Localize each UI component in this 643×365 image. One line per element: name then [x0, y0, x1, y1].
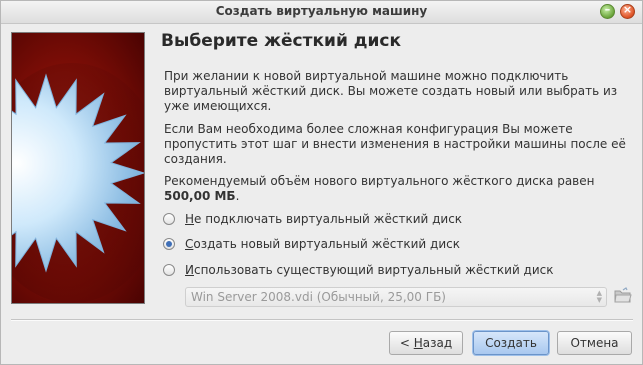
close-icon: ×	[622, 3, 633, 16]
back-button-prefix: <	[399, 336, 414, 350]
dialog-window: Создать виртуальную машину – × Выберите …	[0, 0, 643, 365]
radio-button-no-disk[interactable]	[163, 213, 175, 225]
window-title: Создать виртуальную машину	[215, 4, 428, 18]
updown-arrows-icon: ▲ ▼	[596, 289, 602, 304]
wizard-banner	[11, 32, 145, 304]
option-create-new-disk-label: Создать новый виртуальный жёсткий диск	[185, 237, 460, 251]
option-no-disk-label: Не подключать виртуальный жёсткий диск	[185, 212, 462, 226]
create-button[interactable]: Создать	[473, 331, 549, 355]
option-create-new-disk[interactable]: Создать новый виртуальный жёсткий диск	[163, 235, 460, 253]
choose-disk-file-button[interactable]	[614, 287, 632, 305]
recommended-size-value: 500,00 МБ	[164, 189, 236, 203]
recommended-size-suffix: .	[235, 189, 240, 203]
option-no-disk-text: е подключать виртуальный жёсткий диск	[194, 212, 463, 226]
back-button-mnemonic: Н	[413, 336, 423, 350]
option-use-existing-disk-mnemonic: И	[185, 263, 194, 277]
title-bar[interactable]: Создать виртуальную машину – ×	[1, 1, 642, 24]
advanced-config-text: Если Вам необходима более сложная конфиг…	[164, 122, 626, 166]
option-no-disk-mnemonic: Н	[185, 212, 195, 226]
folder-open-icon	[614, 287, 632, 303]
minimize-icon: –	[604, 3, 611, 16]
recommended-size-text: Рекомендуемый объём нового виртуального …	[164, 174, 634, 204]
option-create-new-disk-text: оздать новый виртуальный жёсткий диск	[193, 237, 460, 251]
button-separator	[11, 319, 633, 321]
existing-disk-select-value: Win Server 2008.vdi (Обычный, 25,00 ГБ)	[191, 290, 446, 304]
radio-button-use-existing-disk[interactable]	[163, 264, 175, 276]
option-no-disk[interactable]: Не подключать виртуальный жёсткий диск	[163, 210, 462, 228]
cancel-button[interactable]: Отмена	[557, 331, 632, 355]
back-button[interactable]: < Назад	[389, 331, 463, 355]
recommended-size-prefix: Рекомендуемый объём нового виртуального …	[164, 174, 595, 188]
radio-button-create-new-disk[interactable]	[163, 238, 175, 250]
existing-disk-select[interactable]: Win Server 2008.vdi (Обычный, 25,00 ГБ) …	[185, 287, 607, 307]
option-use-existing-disk-text: спользовать существующий виртуальный жёс…	[193, 263, 554, 277]
option-use-existing-disk-label: Использовать существующий виртуальный жё…	[185, 263, 554, 277]
close-button[interactable]: ×	[620, 3, 635, 19]
minimize-button[interactable]: –	[600, 3, 615, 19]
back-button-text: азад	[422, 336, 453, 350]
option-use-existing-disk[interactable]: Использовать существующий виртуальный жё…	[163, 261, 554, 279]
intro-text: При желании к новой виртуальной машине м…	[164, 69, 618, 113]
page-title: Выберите жёсткий диск	[161, 31, 402, 51]
starburst-banner-icon	[12, 63, 144, 303]
